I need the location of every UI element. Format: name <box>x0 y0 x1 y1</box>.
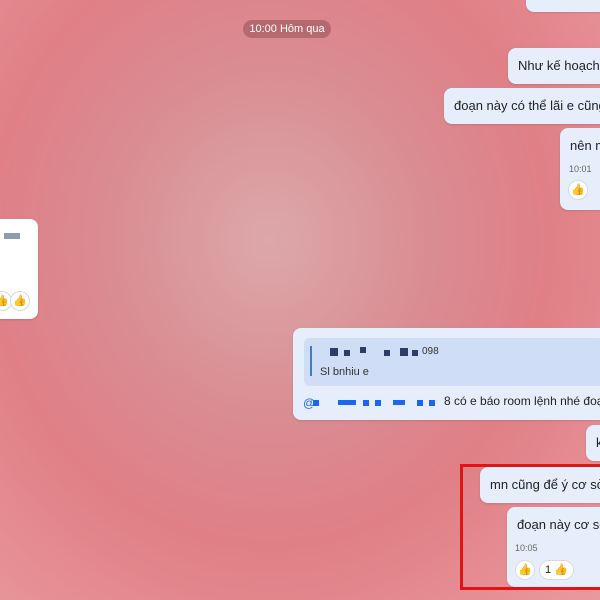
redacted-block <box>360 347 366 353</box>
redacted-block <box>400 348 408 356</box>
redacted-block <box>393 400 405 405</box>
message-text: 8 có e báo room lệnh nhé đoạ <box>444 394 600 408</box>
quoted-message[interactable]: 098 Sl bnhiu e <box>304 338 600 386</box>
redacted-block <box>313 400 319 406</box>
message-bubble[interactable]: đoạn này có thể lãi e cũng k <box>444 88 600 124</box>
like-emoji-icon[interactable]: 👍 <box>10 291 30 311</box>
message-bubble[interactable]: k <box>586 425 600 461</box>
message-text: đoạn này có thể lãi e cũng k <box>454 98 600 113</box>
message-text: Như kế hoạch cu <box>518 58 600 73</box>
redacted-block <box>4 233 20 239</box>
redacted-block <box>417 400 423 406</box>
message-bubble-top-partial <box>526 0 600 12</box>
quote-text: Sl bnhiu e <box>320 366 369 378</box>
redacted-block <box>330 348 338 356</box>
date-separator: 10:00 Hôm qua <box>243 20 331 38</box>
incoming-message-card[interactable]: 👍 👍 <box>0 219 38 319</box>
redacted-block <box>338 400 356 405</box>
reply-message-bubble[interactable]: 098 Sl bnhiu e @ 8 có e báo room lệnh nh… <box>293 328 600 420</box>
redacted-block <box>363 400 369 406</box>
redacted-block <box>344 350 350 356</box>
redacted-block <box>412 350 418 356</box>
message-bubble[interactable]: nên m 10:01 👍 <box>560 128 600 210</box>
quote-code: 098 <box>422 346 439 357</box>
message-bubble[interactable]: Như kế hoạch cu <box>508 48 600 84</box>
redacted-block <box>375 400 381 406</box>
message-text: k <box>596 435 600 450</box>
quote-bar <box>310 346 312 376</box>
message-text: nên m <box>570 138 600 153</box>
like-icon[interactable]: 👍 <box>568 180 588 200</box>
highlight-frame <box>460 464 600 590</box>
message-time: 10:01 <box>569 164 592 174</box>
redacted-block <box>384 350 390 356</box>
redacted-block <box>429 400 435 406</box>
